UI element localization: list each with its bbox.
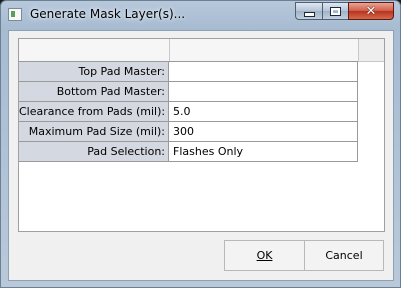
app-icon bbox=[8, 8, 22, 21]
grid-row-pad-selection: Pad Selection: Flashes Only bbox=[19, 142, 358, 162]
grid-header-label-column bbox=[19, 39, 170, 61]
grid-header bbox=[19, 39, 384, 62]
bottom-pad-master-field[interactable] bbox=[169, 82, 358, 102]
maximize-icon bbox=[330, 6, 341, 16]
grid-row-label: Maximum Pad Size (mil): bbox=[19, 122, 169, 142]
pad-selection-field[interactable]: Flashes Only bbox=[169, 142, 358, 162]
grid-row-label: Clearance from Pads (mil): bbox=[19, 102, 169, 122]
maximize-button[interactable] bbox=[322, 2, 348, 20]
dialog-window: Generate Mask Layer(s)... ✕ Top Pad Mast… bbox=[0, 0, 401, 288]
grid-row-label: Top Pad Master: bbox=[19, 62, 169, 82]
grid-row-clearance: Clearance from Pads (mil): 5.0 bbox=[19, 102, 358, 122]
grid-row-bottom-pad-master: Bottom Pad Master: bbox=[19, 82, 358, 102]
grid-row-top-pad-master: Top Pad Master: bbox=[19, 62, 358, 82]
grid-row-max-pad-size: Maximum Pad Size (mil): 300 bbox=[19, 122, 358, 142]
ok-button[interactable]: OK bbox=[224, 240, 304, 271]
button-bar: OK Cancel bbox=[9, 232, 393, 280]
cancel-button[interactable]: Cancel bbox=[304, 240, 384, 271]
caption-buttons: ✕ bbox=[295, 2, 394, 21]
top-pad-master-field[interactable] bbox=[169, 62, 358, 82]
grid-header-spare bbox=[359, 39, 384, 61]
grid-row-label: Pad Selection: bbox=[19, 142, 169, 162]
close-icon: ✕ bbox=[365, 3, 377, 19]
ok-button-label: OK bbox=[256, 249, 273, 262]
close-button[interactable]: ✕ bbox=[348, 2, 394, 20]
dialog-content: Top Pad Master: Bottom Pad Master: Clear… bbox=[8, 30, 394, 281]
clearance-field[interactable]: 5.0 bbox=[169, 102, 358, 122]
title-bar[interactable]: Generate Mask Layer(s)... ✕ bbox=[1, 1, 400, 29]
max-pad-size-field[interactable]: 300 bbox=[169, 122, 358, 142]
cancel-button-label: Cancel bbox=[325, 249, 363, 262]
grid-row-label: Bottom Pad Master: bbox=[19, 82, 169, 102]
grid-header-value-column bbox=[170, 39, 359, 61]
window-title: Generate Mask Layer(s)... bbox=[30, 7, 186, 21]
property-grid: Top Pad Master: Bottom Pad Master: Clear… bbox=[18, 38, 385, 232]
minimize-icon bbox=[303, 12, 315, 17]
minimize-button[interactable] bbox=[295, 2, 322, 20]
